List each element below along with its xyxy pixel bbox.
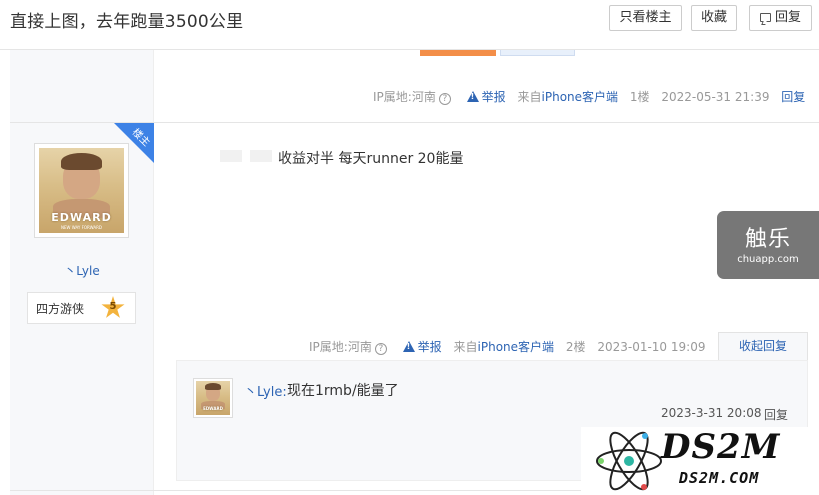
user-level-badge[interactable]: 四方游侠 5 [27, 292, 136, 324]
redacted-text [250, 150, 272, 162]
source-client: 来自iPhone客户端 [454, 340, 555, 354]
report-label: 举报 [417, 340, 442, 354]
reply-button[interactable]: 回复 [749, 5, 812, 31]
level-number: 5 [109, 301, 117, 312]
thread-title: 直接上图，去年跑量3500公里 [10, 12, 244, 32]
avatar-brand: EDWARD [51, 210, 112, 224]
redacted-text [220, 150, 242, 162]
post-floor-1 [10, 50, 819, 122]
source-client-link[interactable]: iPhone客户端 [478, 340, 555, 354]
avatar-brand-sub: NEW WAY FORWARD [60, 224, 103, 230]
ip-location: IP属地:河南 [373, 90, 436, 104]
ds2m-url: DS2M.COM [679, 469, 760, 487]
floor-reply-link[interactable]: 回复 [781, 90, 805, 104]
ds2m-watermark: DS2M DS2M.COM [581, 427, 819, 495]
avatar-image: EDWARD NEW WAY FORWARD [39, 148, 124, 233]
help-icon[interactable]: ? [374, 343, 387, 355]
user-avatar[interactable]: EDWARD NEW WAY FORWARD [34, 143, 129, 238]
reply-icon [759, 13, 771, 22]
post-page: 直接上图，去年跑量3500公里 只看楼主 收藏 回复 IP属地:河南? 举报 来… [0, 0, 819, 495]
source-prefix: 来自 [453, 340, 478, 354]
help-icon[interactable]: ? [438, 93, 451, 105]
warning-icon [402, 341, 415, 352]
post-time: 2022-05-31 21:39 [661, 90, 770, 104]
level-title: 四方游侠 [36, 302, 85, 316]
favorite-button[interactable]: 收藏 [691, 5, 737, 31]
atom-logo-icon [596, 431, 662, 491]
floor-number: 1楼 [629, 90, 650, 104]
floor-2-meta: IP属地:河南? 举报 来自iPhone客户端 2楼 2023-01-10 19… [309, 338, 705, 355]
floor-number: 2楼 [565, 340, 586, 354]
chuapp-watermark: 触乐 chuapp.com [717, 211, 819, 279]
only-op-button[interactable]: 只看楼主 [609, 5, 682, 31]
floor-1-meta: IP属地:河南? 举报 来自iPhone客户端 1楼 2022-05-31 21… [373, 88, 805, 105]
thread-header: 直接上图，去年跑量3500公里 只看楼主 收藏 回复 [0, 0, 819, 50]
post-time: 2023-01-10 19:09 [597, 340, 706, 354]
source-client: 来自iPhone客户端 [518, 90, 619, 104]
floor-1-user-column [10, 50, 154, 122]
avatar-brand: EDWARD [203, 406, 223, 412]
sub-reply-avatar-image: EDWARD [196, 381, 230, 415]
ds2m-logo-text: DS2M [661, 427, 781, 467]
post-content: 收益对半 每天runner 20能量 [278, 151, 464, 167]
report-label: 举报 [481, 90, 506, 104]
sub-reply-username[interactable]: 丶Lyle: [244, 381, 287, 400]
watermark-title: 触乐 [744, 227, 791, 252]
username-link[interactable]: 丶Lyle [10, 262, 154, 279]
watermark-url: chuapp.com [737, 254, 799, 265]
sub-reply-time: 2023-3-31 20:08 [661, 406, 762, 420]
report-link[interactable]: 举报 [466, 90, 506, 104]
sub-reply-avatar[interactable]: EDWARD [193, 378, 233, 418]
reply-button-label: 回复 [774, 10, 801, 25]
source-prefix: 来自 [517, 90, 542, 104]
sub-reply-text: 现在1rmb/能量了 [287, 383, 399, 399]
warning-icon [466, 91, 479, 102]
report-link[interactable]: 举报 [402, 340, 442, 354]
source-client-link[interactable]: iPhone客户端 [542, 90, 619, 104]
ip-location: IP属地:河南 [309, 340, 372, 354]
sub-reply-button[interactable]: 回复 [764, 406, 788, 423]
fold-replies-button[interactable]: 收起回复 [718, 332, 808, 360]
